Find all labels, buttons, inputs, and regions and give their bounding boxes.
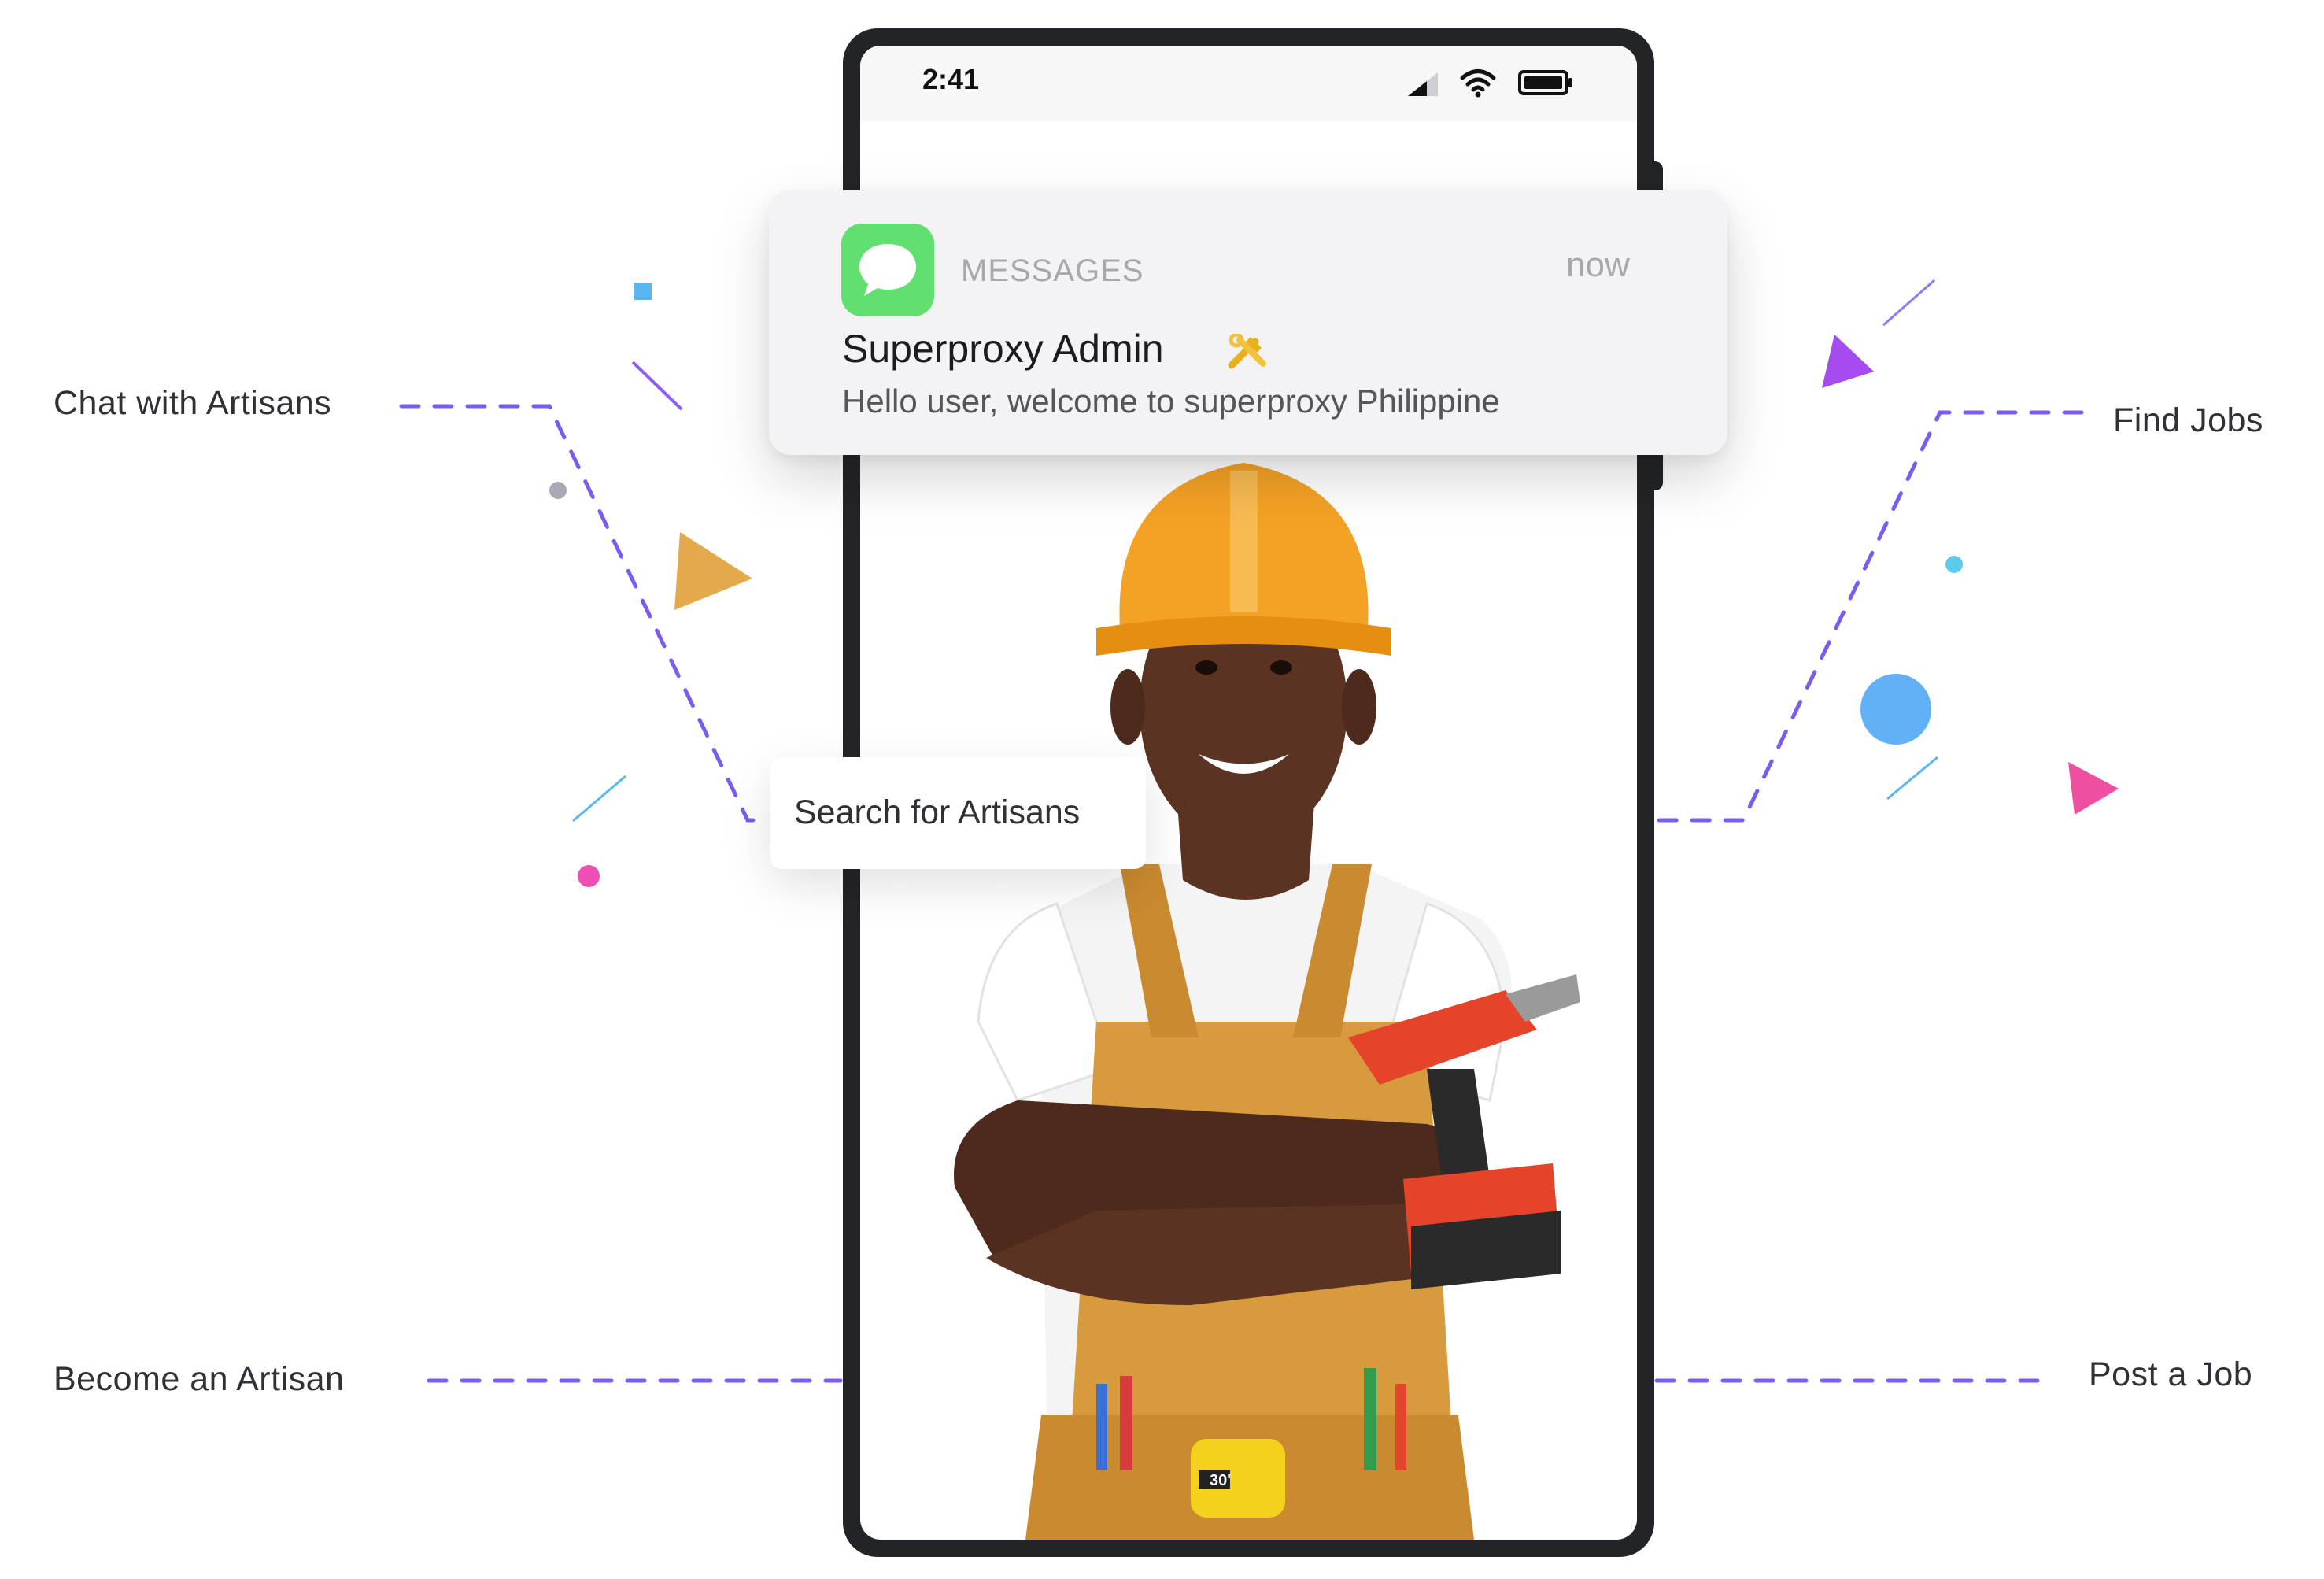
notification-title: Superproxy Admin [842, 327, 1164, 371]
notification-body: Hello user, welcome to superproxy Philip… [842, 383, 1500, 420]
confetti-line [572, 775, 626, 823]
tools-icon [1228, 334, 1266, 369]
confetti-square [634, 283, 652, 300]
confetti-triangle [674, 532, 752, 610]
find-jobs-connector [1654, 410, 2084, 823]
messages-app-icon [841, 224, 934, 316]
feature-chat-label[interactable]: Chat with Artisans [54, 384, 331, 423]
notification-time: now [1566, 246, 1630, 284]
tape-label: 30' [1210, 1472, 1231, 1489]
message-notification[interactable]: MESSAGES now Superproxy Admin Hello user… [769, 190, 1727, 455]
confetti-circle [1860, 674, 1931, 745]
feature-search-chip[interactable]: Search for Artisans [770, 757, 1146, 869]
chat-connector [399, 404, 770, 823]
confetti-triangle [2068, 762, 2119, 815]
feature-search-label: Search for Artisans [794, 793, 1081, 831]
confetti-dot [1945, 556, 1963, 573]
confetti-dot [578, 865, 600, 887]
confetti-line [1882, 279, 1935, 327]
confetti-dot [549, 482, 567, 499]
feature-become-label[interactable]: Become an Artisan [54, 1360, 344, 1399]
confetti-triangle [1822, 335, 1874, 388]
notification-app-name: MESSAGES [961, 253, 1144, 288]
speech-bubble-icon [859, 244, 916, 296]
confetti-line [631, 361, 683, 411]
confetti-line [1886, 756, 1938, 801]
feature-find-jobs-label[interactable]: Find Jobs [2113, 401, 2263, 440]
feature-post-job-label[interactable]: Post a Job [2089, 1355, 2252, 1394]
